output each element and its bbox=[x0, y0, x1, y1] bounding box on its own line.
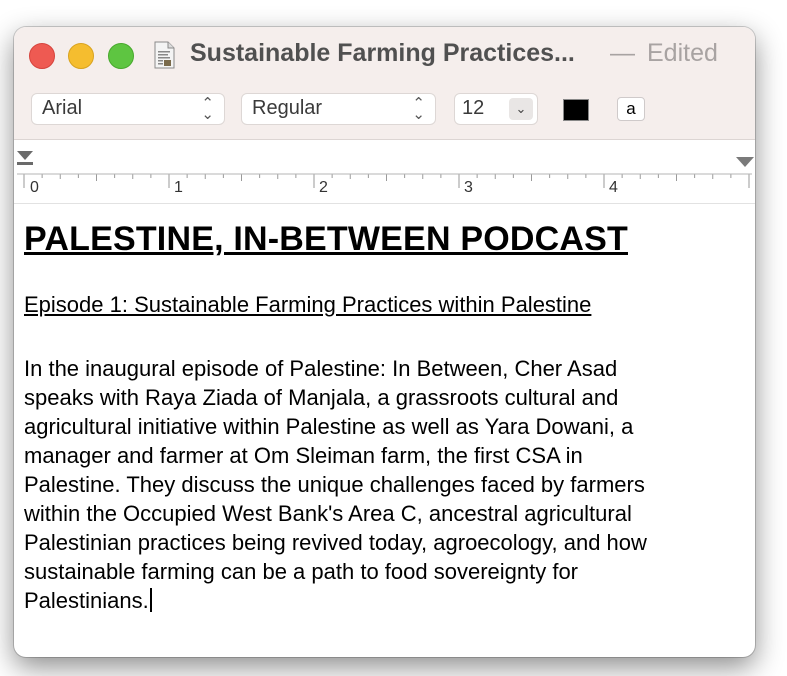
close-button[interactable] bbox=[29, 43, 55, 69]
episode-description[interactable]: In the inaugural episode of Palestine: I… bbox=[24, 354, 739, 615]
window-title: Sustainable Farming Practices... bbox=[190, 39, 575, 67]
font-size-combobox[interactable]: 12 ⌄ bbox=[454, 93, 538, 125]
ruler-label: 2 bbox=[319, 179, 328, 196]
font-family-value: Arial bbox=[42, 97, 83, 119]
left-indent-marker[interactable] bbox=[17, 162, 33, 165]
ruler-ticks bbox=[17, 151, 754, 188]
text-color-well[interactable] bbox=[563, 99, 589, 121]
textedit-window: Sustainable Farming Practices... — Edite… bbox=[14, 27, 755, 657]
description-text[interactable]: In the inaugural episode of Palestine: I… bbox=[24, 356, 647, 613]
ruler[interactable]: 0 1 2 3 4 bbox=[14, 140, 755, 204]
font-size-value[interactable]: 12 bbox=[462, 97, 484, 120]
edited-status[interactable]: Edited bbox=[647, 39, 718, 68]
document-body[interactable]: PALESTINE, IN-BETWEEN PODCAST Episode 1:… bbox=[24, 219, 739, 615]
episode-title[interactable]: Episode 1: Sustainable Farming Practices… bbox=[24, 292, 739, 318]
font-family-select[interactable]: Arial ⌃ ⌄ bbox=[31, 93, 225, 125]
zoom-button[interactable] bbox=[108, 43, 134, 69]
text-cursor bbox=[149, 588, 152, 612]
first-line-indent-marker[interactable] bbox=[17, 151, 33, 160]
document-heading[interactable]: PALESTINE, IN-BETWEEN PODCAST bbox=[24, 219, 739, 259]
right-indent-marker[interactable] bbox=[736, 157, 754, 167]
document-icon[interactable] bbox=[152, 41, 176, 69]
updown-chevron-icon: ⌃ ⌄ bbox=[201, 95, 214, 123]
ruler-label: 1 bbox=[174, 179, 183, 196]
updown-chevron-icon: ⌃ ⌄ bbox=[412, 95, 425, 123]
ruler-label: 3 bbox=[464, 179, 473, 196]
chevron-down-icon[interactable]: ⌄ bbox=[509, 98, 533, 120]
font-style-value: Regular bbox=[252, 97, 323, 119]
title-bar: Sustainable Farming Practices... — Edite… bbox=[14, 27, 755, 140]
font-style-select[interactable]: Regular ⌃ ⌄ bbox=[241, 93, 436, 125]
ruler-label: 0 bbox=[30, 179, 39, 196]
minimize-button[interactable] bbox=[68, 43, 94, 69]
background-color-button[interactable]: a bbox=[617, 97, 645, 121]
title-separator: — bbox=[610, 39, 635, 67]
ruler-label: 4 bbox=[609, 179, 618, 196]
